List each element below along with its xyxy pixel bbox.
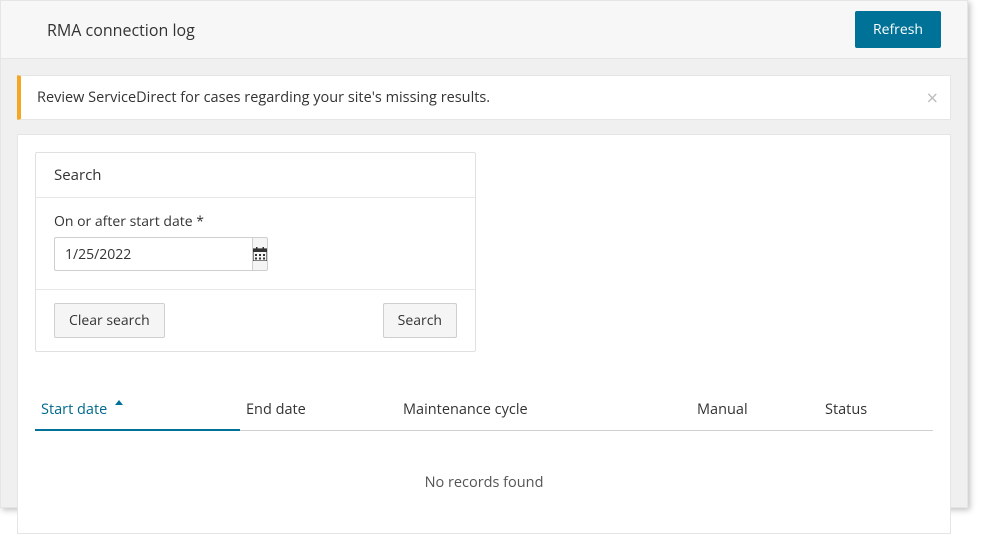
search-card-title: Search (36, 153, 475, 198)
empty-state-message: No records found (35, 431, 933, 516)
refresh-button[interactable]: Refresh (855, 11, 941, 48)
calendar-icon (253, 247, 267, 261)
sort-ascending-icon (115, 400, 123, 405)
column-status[interactable]: Status (819, 390, 929, 430)
start-date-label: On or after start date * (54, 212, 457, 231)
table-header-row: Start date End date Maintenance cycle Ma… (35, 390, 933, 431)
date-input-group (54, 237, 251, 271)
header-bar: RMA connection log Refresh (1, 1, 967, 59)
column-end-date[interactable]: End date (240, 390, 397, 430)
search-card: Search On or after start date * (35, 152, 476, 352)
column-start-date[interactable]: Start date (35, 390, 240, 431)
column-manual[interactable]: Manual (691, 390, 819, 430)
alert-message: Review ServiceDirect for cases regarding… (37, 88, 490, 107)
date-picker-button[interactable] (252, 237, 268, 271)
clear-search-button[interactable]: Clear search (54, 303, 165, 338)
search-card-footer: Clear search Search (36, 290, 475, 351)
alert-banner: Review ServiceDirect for cases regarding… (17, 75, 951, 120)
main-panel: Search On or after start date * (17, 134, 951, 534)
page-container: RMA connection log Refresh Review Servic… (0, 0, 968, 508)
column-start-date-label: Start date (41, 400, 107, 419)
page-title: RMA connection log (47, 19, 195, 41)
close-icon[interactable]: × (927, 88, 938, 108)
start-date-input[interactable] (54, 237, 252, 271)
content-area: Review ServiceDirect for cases regarding… (1, 59, 967, 550)
column-maintenance-cycle[interactable]: Maintenance cycle (397, 390, 691, 430)
search-card-body: On or after start date * (36, 198, 475, 290)
results-table: Start date End date Maintenance cycle Ma… (35, 390, 933, 516)
search-button[interactable]: Search (383, 303, 457, 338)
